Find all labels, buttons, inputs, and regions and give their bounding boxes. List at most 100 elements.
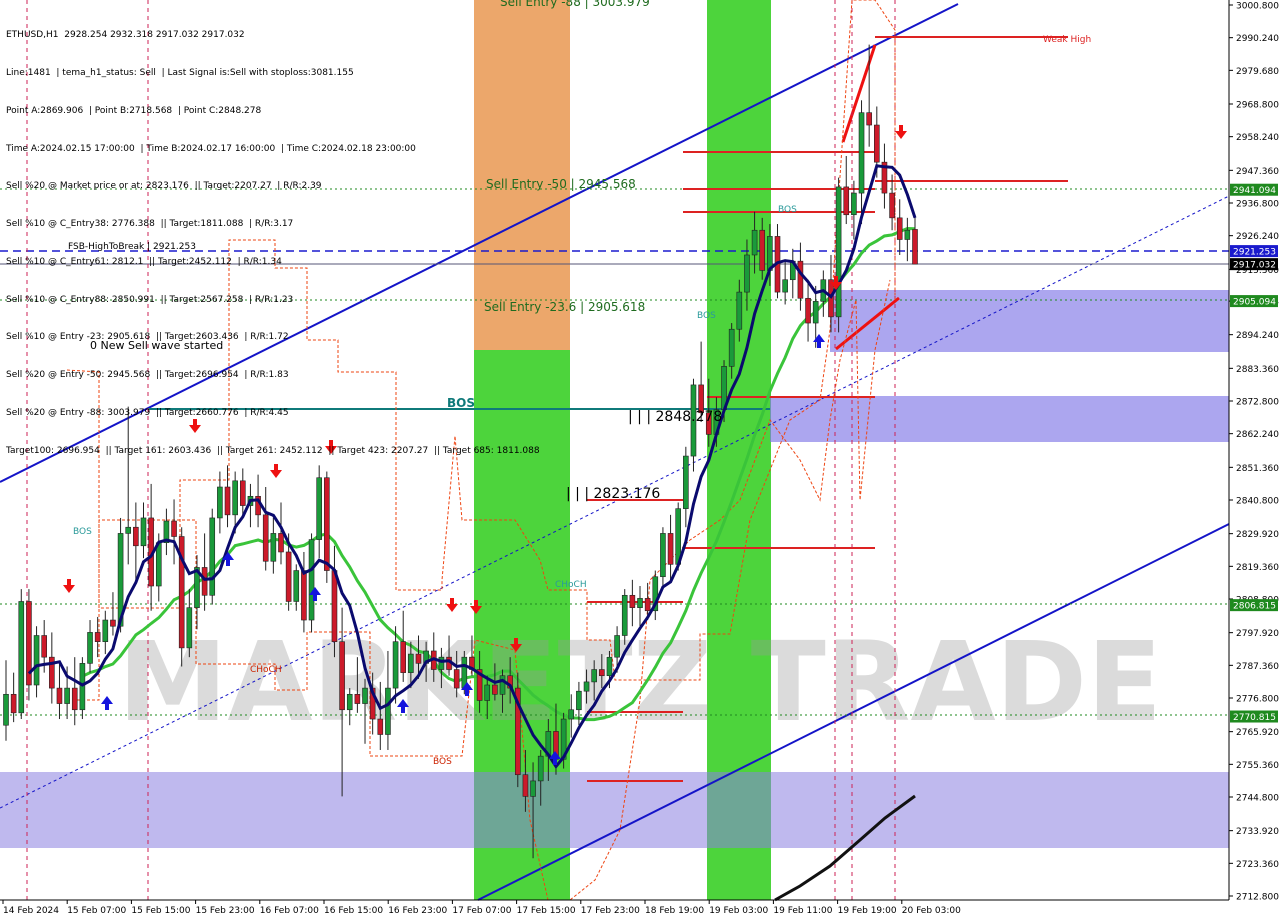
candle-bull	[576, 690, 582, 711]
y-tick-label: 2979.680	[1236, 67, 1279, 77]
candle-bull	[64, 687, 70, 704]
candle-bear	[41, 635, 47, 658]
candle-bull	[637, 598, 643, 608]
x-tick-label: 16 Feb 15:00	[324, 906, 383, 916]
info-line: Sell %10 @ C_Entry38: 2776.388 || Target…	[6, 219, 294, 230]
candle-bear	[400, 641, 407, 673]
x-tick-label: 18 Feb 19:00	[645, 906, 704, 916]
candle-bull	[537, 755, 544, 782]
session-band-green-2	[707, 0, 771, 900]
x-tick-label: 14 Feb 2024	[3, 906, 59, 916]
candle-bear	[797, 260, 804, 299]
x-tick-label: 19 Feb 03:00	[709, 906, 768, 916]
y-tick-label: 2712.800	[1236, 893, 1279, 903]
candle-bear	[201, 567, 208, 596]
candle-bull	[835, 186, 842, 318]
candle-bull	[858, 112, 865, 194]
candle-bull	[660, 533, 666, 578]
candle-bull	[209, 517, 216, 596]
price-badge-label: 2917.032	[1233, 261, 1276, 271]
x-tick-label: 15 Feb 15:00	[131, 906, 190, 916]
y-tick-label: 2883.360	[1236, 365, 1279, 375]
candle-bear	[56, 687, 63, 704]
candle-bull	[293, 570, 300, 602]
supply-zone-upper	[830, 290, 1229, 352]
info-line: Sell %10 @ C_Entry61: 2812.1 || Target:2…	[6, 256, 282, 267]
y-tick-label: 2958.240	[1236, 133, 1279, 143]
candle-bull	[728, 328, 735, 367]
candle-bull	[499, 675, 506, 695]
x-tick-label: 16 Feb 07:00	[260, 906, 319, 916]
y-tick-label: 2990.240	[1236, 34, 1279, 44]
candle-bull	[217, 486, 223, 519]
y-tick-label: 2776.800	[1236, 695, 1279, 705]
price-badge-label: 2921.253	[1233, 248, 1276, 258]
info-line: Target100: 2696.954 || Target 161: 2603.…	[6, 445, 540, 456]
candle-bull	[33, 635, 40, 686]
price-badge-label: 2941.094	[1233, 186, 1276, 196]
y-tick-label: 2936.800	[1236, 200, 1279, 210]
market-entry-label: | | | 2823.176	[566, 486, 660, 502]
candle-bull	[621, 594, 628, 636]
info-line: Sell %10 @ Entry -23: 2905.618 || Target…	[6, 332, 289, 343]
price-badge-label: 2770.815	[1233, 713, 1276, 723]
candle-bull	[782, 279, 788, 293]
candle-bull	[438, 656, 445, 670]
candle-bull	[744, 254, 750, 293]
info-line: Sell %20 @ Entry -50: 2945.568 || Target…	[6, 370, 289, 381]
x-tick-label: 16 Feb 23:00	[388, 906, 447, 916]
y-tick-label: 2894.240	[1236, 331, 1279, 341]
candle-bull	[851, 192, 857, 216]
candle-bear	[133, 526, 139, 547]
x-tick-label: 15 Feb 23:00	[196, 906, 255, 916]
candle-bear	[354, 693, 361, 704]
candle-bear	[171, 520, 177, 537]
x-axis: 14 Feb 2024 15 Feb 07:00 15 Feb 15:00 15 Fe…	[2, 900, 961, 916]
y-tick-label: 2755.360	[1236, 761, 1279, 771]
chart-window: MARKETZ TRADE Sell Entry -88 | 3003.979 …	[0, 0, 1280, 920]
x-tick-label: 19 Feb 11:00	[773, 906, 832, 916]
y-tick-label: 2723.360	[1236, 860, 1279, 870]
weak-high-label: Weak High	[1043, 35, 1091, 45]
candle-bull	[140, 517, 147, 547]
info-line: Sell %20 @ Entry -88: 3003.979 || Target…	[6, 408, 289, 418]
y-tick-label: 2862.240	[1236, 430, 1279, 440]
candle-bear	[889, 192, 895, 219]
candle-bear	[94, 632, 101, 642]
candle-bear	[866, 112, 872, 126]
candle-bear	[912, 229, 918, 265]
candle-bear	[667, 533, 674, 565]
candle-bull	[812, 301, 819, 324]
candle-bear	[843, 186, 850, 216]
candle-bull	[904, 229, 911, 240]
x-tick-label: 15 Feb 07:00	[67, 906, 126, 916]
y-tick-label: 2733.920	[1236, 827, 1279, 837]
y-tick-label: 3000.800	[1236, 2, 1279, 12]
x-tick-label: 17 Feb 15:00	[517, 906, 576, 916]
candle-bear	[805, 297, 811, 324]
price-badge-label: 2905.094	[1233, 298, 1276, 308]
candle-bull	[614, 635, 620, 658]
x-tick-label: 20 Feb 03:00	[902, 906, 961, 916]
y-tick-label: 2744.800	[1236, 794, 1279, 804]
demand-zone-lower	[0, 772, 1229, 848]
info-line: Sell %10 @ C_Entry88: 2850.991 || Target…	[6, 294, 294, 305]
info-line: Sell %20 @ Market price or at: 2823.176 …	[6, 181, 322, 192]
candle-bull	[568, 709, 575, 720]
candle-bull	[3, 693, 9, 726]
candle-bull	[362, 687, 368, 704]
candle-bull	[155, 542, 162, 587]
candle-bull	[683, 455, 689, 509]
candle-bull	[530, 780, 536, 797]
choch-label: CHoCH	[555, 580, 587, 590]
x-tick-label: 17 Feb 23:00	[581, 906, 640, 916]
y-tick-label: 2787.360	[1236, 662, 1279, 672]
y-tick-label: 2840.800	[1236, 497, 1279, 507]
info-line: Line:1481 | tema_h1_status: Sell | Last …	[6, 67, 354, 78]
info-line: Point A:2869.906 | Point B:2718.568 | Po…	[6, 105, 262, 116]
candle-bull	[316, 477, 322, 540]
candle-bull	[392, 641, 399, 689]
bos-label-red: BOS	[433, 757, 452, 767]
candle-bear	[492, 684, 498, 695]
candle-bull	[736, 291, 743, 330]
